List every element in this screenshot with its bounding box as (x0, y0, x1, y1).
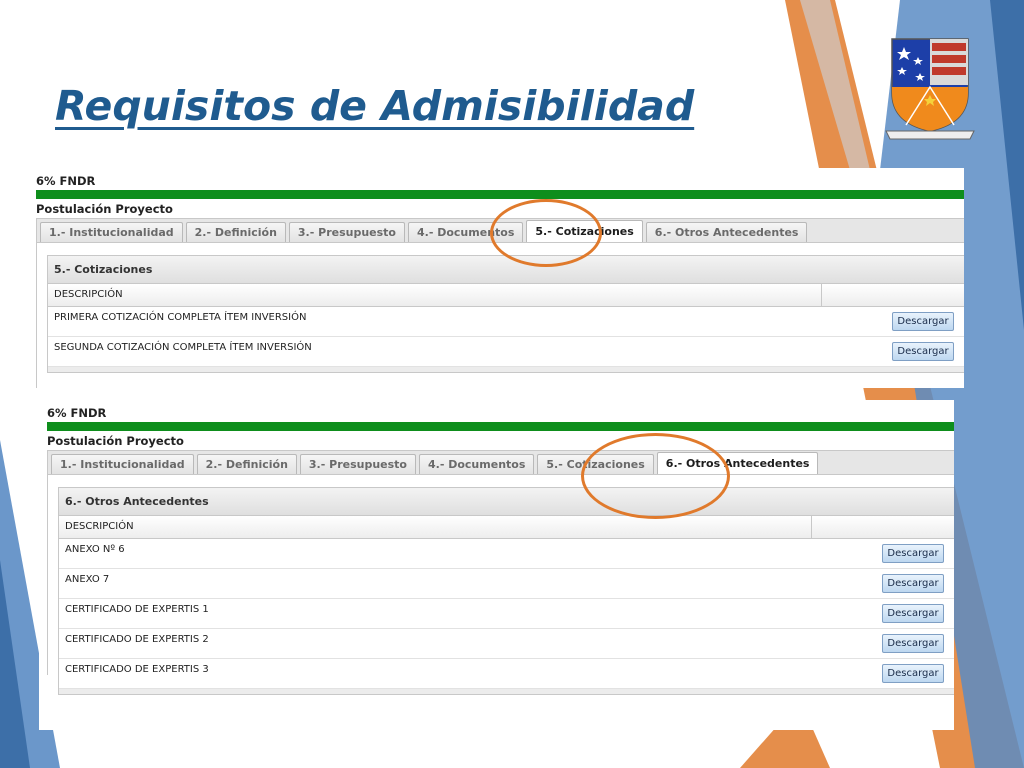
tab-documentos[interactable]: 4.- Documentos (419, 454, 535, 474)
table-row: SEGUNDA COTIZACIÓN COMPLETA ÍTEM INVERSI… (48, 337, 964, 367)
row-description: CERTIFICADO DE EXPERTIS 1 (65, 604, 209, 615)
otros-antecedentes-section: 6.- Otros Antecedentes DESCRIPCIÓN ANEXO… (58, 487, 954, 695)
slide-title: Requisitos de Admisibilidad (55, 82, 695, 130)
application-panel-otros-antecedentes: 6% FNDR Postulación Proyecto 1.- Institu… (39, 400, 954, 730)
fndr-label: 6% FNDR (36, 174, 96, 188)
tab-otros-antecedentes[interactable]: 6.- Otros Antecedentes (645, 222, 808, 242)
fndr-label: 6% FNDR (47, 406, 107, 420)
row-description: PRIMERA COTIZACIÓN COMPLETA ÍTEM INVERSI… (54, 312, 307, 323)
download-button[interactable]: Descargar (892, 312, 954, 331)
table-row: ANEXO 7 Descargar (59, 569, 954, 599)
column-header-actions (822, 284, 964, 306)
section-footer (48, 367, 964, 372)
tab-cotizaciones[interactable]: 5.- Cotizaciones (526, 220, 643, 242)
table-row: PRIMERA COTIZACIÓN COMPLETA ÍTEM INVERSI… (48, 307, 964, 337)
download-button[interactable]: Descargar (882, 634, 944, 653)
row-description: ANEXO 7 (65, 574, 110, 585)
tab-institucionalidad[interactable]: 1.- Institucionalidad (40, 222, 183, 242)
table-header: DESCRIPCIÓN (59, 516, 954, 539)
tab-documentos[interactable]: 4.- Documentos (408, 222, 524, 242)
postulacion-label: Postulación Proyecto (36, 202, 173, 216)
column-header-descripcion: DESCRIPCIÓN (48, 284, 822, 306)
tab-content: 5.- Cotizaciones DESCRIPCIÓN PRIMERA COT… (36, 243, 964, 388)
fndr-green-bar (47, 422, 954, 431)
tab-definicion[interactable]: 2.- Definición (196, 454, 297, 474)
table-row: CERTIFICADO DE EXPERTIS 1 Descargar (59, 599, 954, 629)
table-header: DESCRIPCIÓN (48, 284, 964, 307)
download-button[interactable]: Descargar (882, 664, 944, 683)
fndr-green-bar (36, 190, 964, 199)
table-row: CERTIFICADO DE EXPERTIS 2 Descargar (59, 629, 954, 659)
application-panel-cotizaciones: 6% FNDR Postulación Proyecto 1.- Institu… (28, 168, 964, 388)
download-button[interactable]: Descargar (892, 342, 954, 361)
tab-presupuesto[interactable]: 3.- Presupuesto (288, 222, 405, 242)
tab-definicion[interactable]: 2.- Definición (185, 222, 286, 242)
crest-emblem-icon (885, 38, 975, 140)
tab-institucionalidad[interactable]: 1.- Institucionalidad (51, 454, 194, 474)
cotizaciones-section: 5.- Cotizaciones DESCRIPCIÓN PRIMERA COT… (47, 255, 964, 373)
row-description: SEGUNDA COTIZACIÓN COMPLETA ÍTEM INVERSI… (54, 342, 312, 353)
row-description: ANEXO Nº 6 (65, 544, 125, 555)
download-button[interactable]: Descargar (882, 604, 944, 623)
column-header-actions (812, 516, 954, 538)
download-button[interactable]: Descargar (882, 544, 944, 563)
download-button[interactable]: Descargar (882, 574, 944, 593)
table-row: CERTIFICADO DE EXPERTIS 3 Descargar (59, 659, 954, 689)
tab-otros-antecedentes[interactable]: 6.- Otros Antecedentes (656, 452, 819, 474)
row-description: CERTIFICADO DE EXPERTIS 3 (65, 664, 209, 675)
tab-strip: 1.- Institucionalidad 2.- Definición 3.-… (36, 218, 964, 243)
table-row: ANEXO Nº 6 Descargar (59, 539, 954, 569)
tab-strip: 1.- Institucionalidad 2.- Definición 3.-… (47, 450, 954, 475)
tab-content: 6.- Otros Antecedentes DESCRIPCIÓN ANEXO… (47, 475, 954, 695)
postulacion-label: Postulación Proyecto (47, 434, 184, 448)
column-header-descripcion: DESCRIPCIÓN (59, 516, 812, 538)
section-footer (59, 689, 954, 694)
section-title: 5.- Cotizaciones (48, 256, 964, 284)
tab-cotizaciones[interactable]: 5.- Cotizaciones (537, 454, 654, 474)
tab-presupuesto[interactable]: 3.- Presupuesto (299, 454, 416, 474)
row-description: CERTIFICADO DE EXPERTIS 2 (65, 634, 209, 645)
section-title: 6.- Otros Antecedentes (59, 488, 954, 516)
